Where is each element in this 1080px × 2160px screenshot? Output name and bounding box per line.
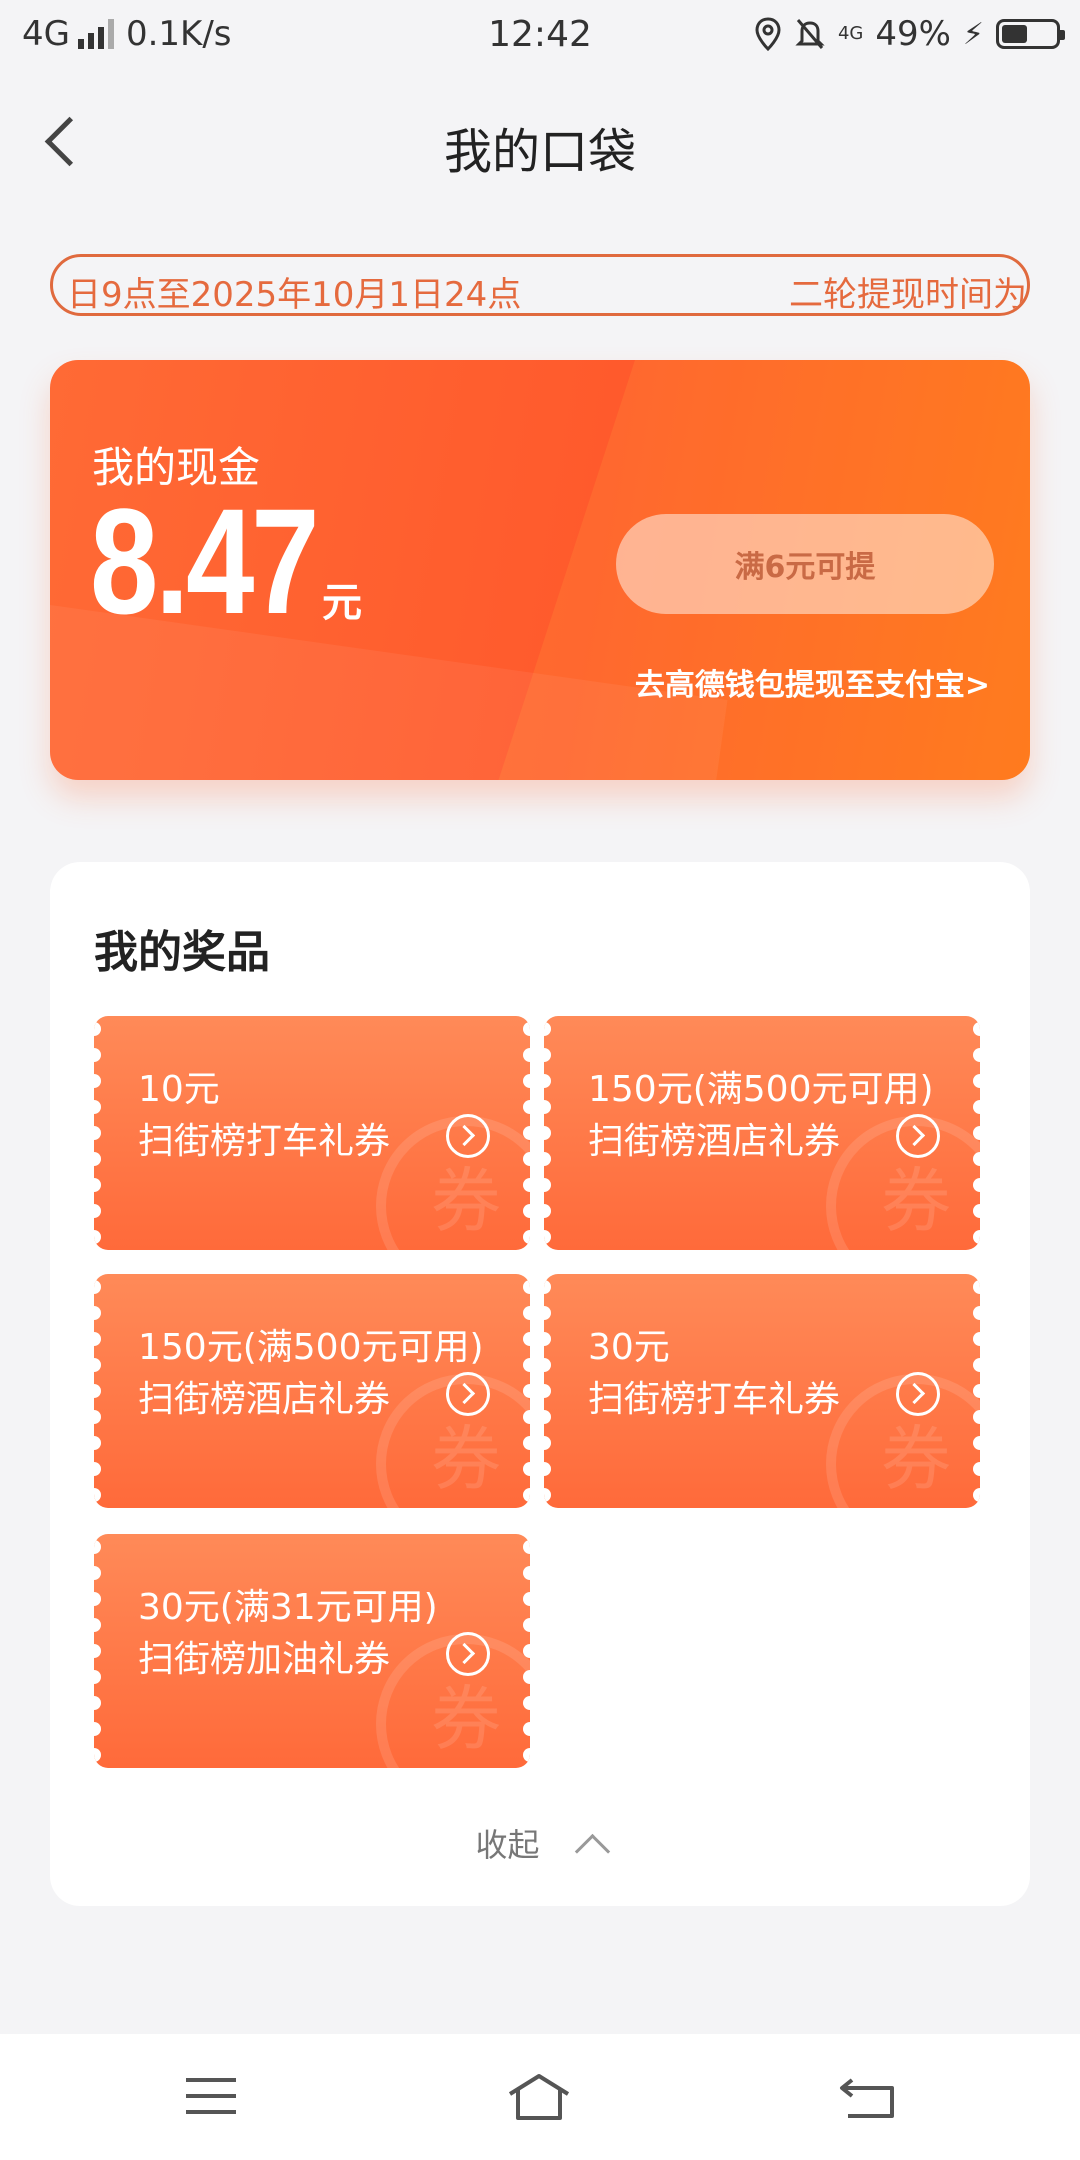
cash-amount: 8.47 元: [90, 486, 362, 636]
coupon-card[interactable]: 券 150元(满500元可用) 扫街榜酒店礼券: [544, 1016, 980, 1250]
withdraw-button[interactable]: 满6元可提: [616, 514, 994, 614]
page-title: 我的口袋: [443, 124, 636, 180]
chevron-right-circle-icon[interactable]: [446, 1632, 490, 1676]
header: 我的口袋: [0, 90, 1080, 190]
status-right: 4G 49% ⚡: [754, 14, 1065, 54]
prizes-panel: 我的奖品 券 10元 扫街榜打车礼券 券 150元(满500元可用) 扫街榜酒店…: [50, 862, 1030, 1906]
notice-text-a: 日9点至2025年10月1日24点: [67, 275, 522, 315]
coupon-name: 扫街榜加油礼券: [138, 1639, 391, 1680]
coupon-value: 30元: [588, 1327, 670, 1368]
chevron-up-icon: [574, 1833, 610, 1870]
coupon-name: 扫街榜打车礼券: [138, 1121, 391, 1162]
menu-icon[interactable]: [176, 2070, 246, 2126]
battery-percent: 49%: [875, 14, 951, 54]
data-badge: 4G: [837, 23, 864, 44]
location-icon: [755, 17, 781, 51]
coupon-value: 150元(满500元可用): [588, 1069, 934, 1110]
coupon-name: 扫街榜酒店礼券: [588, 1121, 841, 1162]
wallet-withdraw-link[interactable]: 去高德钱包提现至支付宝>: [635, 660, 990, 704]
chevron-right-circle-icon[interactable]: [446, 1372, 490, 1416]
system-nav-bar: [0, 2034, 1080, 2160]
coupon-name: 扫街榜打车礼券: [588, 1379, 841, 1420]
coupon-value: 10元: [138, 1069, 220, 1110]
coupon-card[interactable]: 券 30元(满31元可用) 扫街榜加油礼券: [94, 1534, 530, 1768]
coupon-name: 扫街榜酒店礼券: [138, 1379, 391, 1420]
mute-bell-icon: [795, 19, 825, 49]
status-bar: 4G 0.1K/s 12:42 4G 49% ⚡: [0, 0, 1080, 76]
charging-icon: ⚡: [962, 16, 984, 52]
cash-amount-unit: 元: [321, 580, 362, 626]
prizes-title: 我的奖品: [94, 927, 270, 978]
collapse-label: 收起: [475, 1826, 540, 1864]
back-nav-icon[interactable]: [834, 2070, 904, 2126]
home-icon[interactable]: [504, 2070, 574, 2126]
battery-icon: [996, 19, 1065, 49]
cash-amount-value: 8.47: [90, 477, 320, 645]
coupon-card[interactable]: 券 10元 扫街榜打车礼券: [94, 1016, 530, 1250]
coupon-value: 30元(满31元可用): [138, 1587, 438, 1628]
chevron-right-circle-icon[interactable]: [446, 1114, 490, 1158]
withdraw-notice-marquee: 日9点至2025年10月1日24点 二轮提现时间为: [50, 254, 1030, 316]
coupon-value: 150元(满500元可用): [138, 1327, 484, 1368]
coupon-card[interactable]: 券 150元(满500元可用) 扫街榜酒店礼券: [94, 1274, 530, 1508]
cash-card: 我的现金 8.47 元 满6元可提 去高德钱包提现至支付宝>: [50, 360, 1030, 780]
collapse-button[interactable]: 收起: [50, 1820, 1030, 1870]
chevron-right-circle-icon[interactable]: [896, 1372, 940, 1416]
notice-text-b: 二轮提现时间为: [789, 275, 1027, 315]
coupon-card[interactable]: 券 30元 扫街榜打车礼券: [544, 1274, 980, 1508]
chevron-right-circle-icon[interactable]: [896, 1114, 940, 1158]
